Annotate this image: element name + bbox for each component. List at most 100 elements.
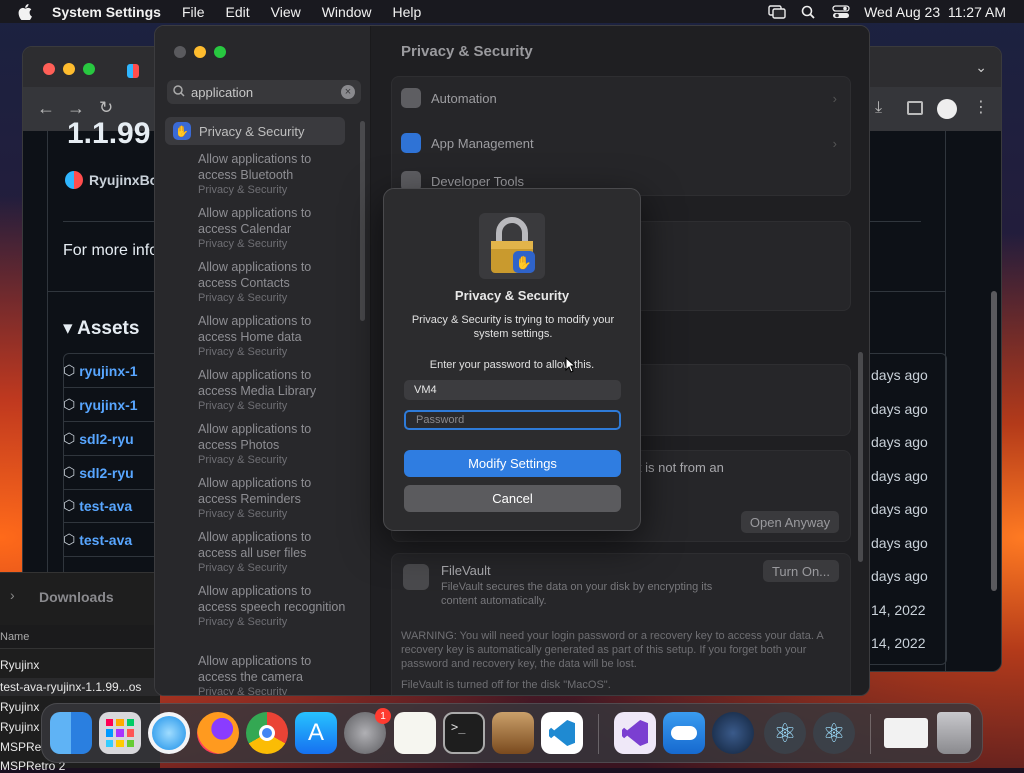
- chevron-right-icon: ›: [832, 135, 837, 151]
- main-scrollbar[interactable]: [858, 352, 863, 562]
- forward-arrow-icon[interactable]: →: [67, 98, 85, 119]
- asset-date: days ago: [871, 468, 928, 484]
- filevault-status: FileVault is turned off for the disk "Ma…: [401, 679, 611, 691]
- more-info-text: For more info: [63, 242, 159, 259]
- row-automation[interactable]: Automation ›: [393, 76, 849, 120]
- profile-avatar-icon[interactable]: [937, 99, 957, 119]
- file-row[interactable]: Ryujinx: [0, 720, 39, 734]
- search-result[interactable]: Allow applications to access speech reco…: [198, 583, 348, 629]
- app-store-icon[interactable]: A: [295, 712, 337, 754]
- file-row[interactable]: MSPRe: [0, 740, 41, 754]
- search-result[interactable]: Allow applications to access Media Libra…: [198, 367, 348, 413]
- menu-window[interactable]: Window: [322, 4, 372, 20]
- back-arrow-icon[interactable]: ←: [37, 98, 55, 119]
- dialog-title: Privacy & Security: [454, 288, 570, 303]
- username-field[interactable]: VM4: [404, 380, 621, 400]
- search-input[interactable]: application: [191, 85, 253, 100]
- menu-clock[interactable]: Wed Aug 23 11:27 AM: [864, 4, 1006, 20]
- weather-icon[interactable]: [663, 712, 705, 754]
- tab-favicon[interactable]: [127, 64, 139, 78]
- author-avatar[interactable]: [65, 171, 83, 189]
- safari-icon[interactable]: [148, 712, 190, 754]
- kebab-menu-icon[interactable]: ⋮: [973, 97, 989, 117]
- file-row[interactable]: test-ava-ryujinx-1.1.99...os: [0, 678, 160, 696]
- search-result[interactable]: Allow applications to access Photos Priva…: [198, 421, 348, 467]
- menu-edit[interactable]: Edit: [226, 4, 250, 20]
- control-center-icon[interactable]: [832, 4, 850, 19]
- menu-help[interactable]: Help: [393, 4, 422, 20]
- file-row[interactable]: Ryujinx: [0, 700, 39, 714]
- textedit-icon[interactable]: [394, 712, 436, 754]
- launchpad-icon[interactable]: [99, 712, 141, 754]
- asset-date: days ago: [871, 401, 928, 417]
- column-header[interactable]: Name: [0, 625, 160, 649]
- search-result[interactable]: Allow applications to access Home data Pr…: [198, 313, 348, 359]
- chevron-down-icon[interactable]: ⌄: [975, 59, 987, 76]
- apple-icon[interactable]: [18, 3, 36, 20]
- release-version-title: 1.1.99: [67, 117, 151, 150]
- minimize-window-button[interactable]: [194, 46, 206, 58]
- row-app-management[interactable]: App Management ›: [393, 121, 849, 165]
- search-result[interactable]: Allow applications to access Calendar Pri…: [198, 205, 348, 251]
- downloads-title: Downloads: [39, 589, 114, 605]
- turn-on-filevault-button[interactable]: Turn On...: [763, 560, 839, 582]
- asset-date: days ago: [871, 501, 928, 517]
- atom-icon[interactable]: ⚛: [813, 712, 855, 754]
- file-row[interactable]: Ryujinx: [0, 658, 39, 672]
- close-window-button[interactable]: [43, 63, 55, 75]
- menu-app-name[interactable]: System Settings: [52, 4, 161, 20]
- search-result[interactable]: Allow applications to access the camera P…: [198, 653, 348, 695]
- cancel-button[interactable]: Cancel: [404, 485, 621, 512]
- asset-date: days ago: [871, 535, 928, 551]
- close-window-button[interactable]: [174, 46, 186, 58]
- zoom-window-button[interactable]: [214, 46, 226, 58]
- asset-date: days ago: [871, 367, 928, 383]
- trash-icon[interactable]: [937, 712, 971, 754]
- menu-file[interactable]: File: [182, 4, 205, 20]
- atom-icon[interactable]: ⚛: [764, 712, 806, 754]
- svg-text:✋: ✋: [516, 255, 532, 270]
- gatekeeper-text: it is not from an: [635, 460, 724, 475]
- settings-sidebar: application × ✋ Privacy & Security Allow…: [155, 26, 371, 695]
- menu-view[interactable]: View: [271, 4, 301, 20]
- finder-icon[interactable]: [50, 712, 92, 754]
- steam-icon[interactable]: [712, 712, 754, 754]
- screen-mirroring-icon[interactable]: [768, 4, 786, 19]
- settings-search-field[interactable]: application ×: [167, 80, 361, 104]
- asset-date: 14, 2022: [871, 602, 926, 618]
- app-store-icon: [401, 133, 421, 153]
- password-field[interactable]: Password: [404, 410, 621, 430]
- search-result[interactable]: Allow applications to access Reminders Pr…: [198, 475, 348, 521]
- terminal-icon[interactable]: >_: [443, 712, 485, 754]
- sidebar-item-privacy-security[interactable]: ✋ Privacy & Security: [165, 117, 345, 145]
- spotlight-search-icon[interactable]: [800, 5, 818, 19]
- filevault-title: FileVault: [441, 563, 491, 578]
- lock-icon: ✋: [477, 211, 547, 281]
- sidebar-scrollbar[interactable]: [360, 121, 365, 321]
- visual-studio-icon[interactable]: [614, 712, 656, 754]
- minimize-window-button[interactable]: [63, 63, 75, 75]
- open-anyway-button[interactable]: Open Anyway: [741, 511, 839, 533]
- modify-settings-button[interactable]: Modify Settings: [404, 450, 621, 477]
- chrome-icon[interactable]: [246, 712, 288, 754]
- firefox-icon[interactable]: [197, 712, 239, 754]
- vscode-icon[interactable]: [541, 712, 583, 754]
- garageband-icon[interactable]: [492, 712, 534, 754]
- side-panel-icon[interactable]: [907, 101, 923, 115]
- page-scrollbar[interactable]: [991, 291, 997, 591]
- dock-divider: [870, 714, 871, 754]
- search-icon: [173, 84, 185, 100]
- assets-heading[interactable]: ▾ Assets: [63, 317, 139, 340]
- download-icon[interactable]: ⤓: [875, 99, 882, 117]
- dock: A 1 >_ ⚛ ⚛: [41, 703, 983, 763]
- reload-icon[interactable]: ↻: [99, 98, 113, 118]
- chevron-right-icon[interactable]: ›: [10, 587, 15, 603]
- zoom-window-button[interactable]: [83, 63, 95, 75]
- search-result[interactable]: Allow applications to access Contacts Pri…: [198, 259, 348, 305]
- search-result[interactable]: Allow applications to access all user fi…: [198, 529, 348, 575]
- search-result[interactable]: Allow applications to access Bluetooth Pr…: [198, 151, 348, 197]
- clear-search-icon[interactable]: ×: [341, 85, 355, 99]
- browser-window-controls: [43, 63, 95, 75]
- minimized-window-thumbnail[interactable]: [884, 718, 928, 748]
- author-name[interactable]: RyujinxBo: [89, 172, 158, 188]
